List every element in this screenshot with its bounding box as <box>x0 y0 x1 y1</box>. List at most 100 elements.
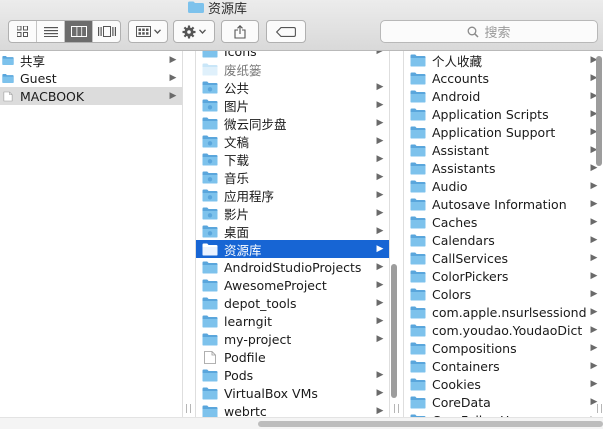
list-item[interactable]: 资源库 ▶ <box>196 240 389 258</box>
column-2-scrollbar[interactable] <box>391 264 397 398</box>
list-item[interactable]: CoreData ▶ <box>404 393 603 411</box>
list-item[interactable]: Containers ▶ <box>404 357 603 375</box>
column-resize-handle[interactable]: | | <box>185 404 192 414</box>
list-item[interactable]: Android ▶ <box>404 87 603 105</box>
browser-column-1[interactable]: 共享 ▶ Guest ▶ MACBOOK ▶ <box>0 51 183 417</box>
view-mode-control[interactable] <box>8 20 121 43</box>
gallery-view-button[interactable] <box>93 21 120 42</box>
list-item[interactable]: Colors ▶ <box>404 285 603 303</box>
list-item[interactable]: 应用程序 ▶ <box>196 186 389 204</box>
list-item[interactable]: Pods ▶ <box>196 366 389 384</box>
list-item[interactable]: Assistant ▶ <box>404 141 603 159</box>
list-item[interactable]: 公共 ▶ <box>196 78 389 96</box>
column-resize-handle[interactable]: | | <box>393 404 400 414</box>
list-item[interactable]: Audio ▶ <box>404 177 603 195</box>
list-item[interactable]: Assistants ▶ <box>404 159 603 177</box>
list-item-label: learngit <box>224 313 272 329</box>
list-item-label: Android <box>432 88 481 104</box>
folder-icon <box>410 252 426 264</box>
search-field[interactable]: 搜索 <box>380 20 598 43</box>
disclosure-arrow-icon: ▶ <box>590 343 598 353</box>
list-view-button[interactable] <box>37 21 65 42</box>
folder-icon <box>410 216 426 228</box>
icon-view-button[interactable] <box>9 21 37 42</box>
list-item-label: 影片 <box>224 206 250 222</box>
list-item-label: AndroidStudioProjects <box>224 259 362 275</box>
list-item[interactable]: Application Scripts ▶ <box>404 105 603 123</box>
list-item-label: Application Support <box>432 124 556 140</box>
list-item[interactable]: Accounts ▶ <box>404 69 603 87</box>
list-item[interactable]: Compositions ▶ <box>404 339 603 357</box>
list-item[interactable]: com.youdao.YoudaoDict ▶ <box>404 321 603 339</box>
list-item[interactable]: ColorPickers ▶ <box>404 267 603 285</box>
column-3-scrollbar[interactable] <box>596 56 602 166</box>
list-item[interactable]: MACBOOK ▶ <box>0 87 182 105</box>
folder-icon <box>410 324 426 336</box>
browser-column-3[interactable]: 个人收藏 ▶ Accounts ▶ Android ▶ Application Script… <box>404 51 603 417</box>
list-item[interactable]: 图片 ▶ <box>196 96 389 114</box>
disclosure-arrow-icon: ▶ <box>376 316 384 326</box>
chevron-down-icon <box>153 29 161 34</box>
list-item-label: Application Scripts <box>432 106 549 122</box>
tags-button[interactable] <box>266 20 306 43</box>
disclosure-arrow-icon: ▶ <box>376 280 384 290</box>
disclosure-arrow-icon: ▶ <box>590 379 598 389</box>
list-item-label: com.youdao.YoudaoDict <box>432 322 583 338</box>
list-item[interactable]: 影片 ▶ <box>196 204 389 222</box>
list-item[interactable]: 音乐 ▶ <box>196 168 389 186</box>
list-item[interactable]: 个人收藏 ▶ <box>404 51 603 69</box>
disclosure-arrow-icon: ▶ <box>376 244 384 254</box>
list-item[interactable]: Calendars ▶ <box>404 231 603 249</box>
disclosure-arrow-icon: ▶ <box>376 82 384 92</box>
list-item[interactable]: depot_tools ▶ <box>196 294 389 312</box>
list-item[interactable]: Caches ▶ <box>404 213 603 231</box>
folder-icon <box>202 315 218 327</box>
list-item-label: Icons <box>224 51 257 59</box>
list-item[interactable]: com.apple.nsurlsessiond ▶ <box>404 303 603 321</box>
action-button[interactable] <box>173 20 215 43</box>
list-item[interactable]: 废纸篓 <box>196 60 389 78</box>
list-item[interactable]: 桌面 ▶ <box>196 222 389 240</box>
list-item[interactable]: learngit ▶ <box>196 312 389 330</box>
list-item[interactable]: my-project ▶ <box>196 330 389 348</box>
folder-icon <box>410 180 426 192</box>
list-item-label: 应用程序 <box>224 188 275 204</box>
share-button[interactable] <box>221 20 259 43</box>
list-item[interactable]: Cookies ▶ <box>404 375 603 393</box>
list-item[interactable]: 共享 ▶ <box>0 51 182 69</box>
list-item-label: Compositions <box>432 340 517 356</box>
system-folder-icon <box>202 171 218 183</box>
column-resize-handle[interactable]: | | <box>596 404 603 414</box>
list-item[interactable]: 文稿 ▶ <box>196 132 389 150</box>
list-item[interactable]: CallServices ▶ <box>404 249 603 267</box>
folder-icon <box>202 279 218 291</box>
grid-icon <box>17 26 28 37</box>
list-item[interactable]: AndroidStudioProjects ▶ <box>196 258 389 276</box>
list-item-label: MACBOOK <box>20 88 85 104</box>
list-item-label: Colors <box>432 286 472 302</box>
list-item[interactable]: Autosave Information ▶ <box>404 195 603 213</box>
disclosure-arrow-icon: ▶ <box>376 334 384 344</box>
disclosure-arrow-icon: ▶ <box>376 118 384 128</box>
list-item-label: Containers <box>432 358 500 374</box>
disclosure-arrow-icon: ▶ <box>590 181 598 191</box>
list-item[interactable]: 微云同步盘 ▶ <box>196 114 389 132</box>
list-item-label: ColorPickers <box>432 268 509 284</box>
browser-column-2[interactable]: Icons ▶ 废纸篓 公共 ▶ 图片 ▶ 微云同步盘 ▶ 文稿 ▶ 下载 ▶ 音乐 ▶ 应用程序 ▶ 影片 ▶ 桌面… <box>196 51 390 417</box>
horizontal-scroll-thumb[interactable] <box>258 421 603 427</box>
disclosure-arrow-icon: ▶ <box>590 289 598 299</box>
system-folder-icon <box>202 225 218 237</box>
horizontal-scrollbar[interactable] <box>0 417 603 429</box>
list-item[interactable]: 下载 ▶ <box>196 150 389 168</box>
list-item[interactable]: Podfile <box>196 348 389 366</box>
list-item[interactable]: VirtualBox VMs ▶ <box>196 384 389 402</box>
folder-icon <box>202 51 218 57</box>
column-view-button[interactable] <box>65 21 93 42</box>
list-item[interactable]: webrtc ▶ <box>196 402 389 417</box>
trash-folder-icon <box>202 63 218 75</box>
list-item[interactable]: Guest ▶ <box>0 69 182 87</box>
arrange-button[interactable] <box>128 20 168 43</box>
list-item[interactable]: AwesomeProject ▶ <box>196 276 389 294</box>
gear-icon <box>182 25 196 38</box>
list-item[interactable]: Application Support ▶ <box>404 123 603 141</box>
